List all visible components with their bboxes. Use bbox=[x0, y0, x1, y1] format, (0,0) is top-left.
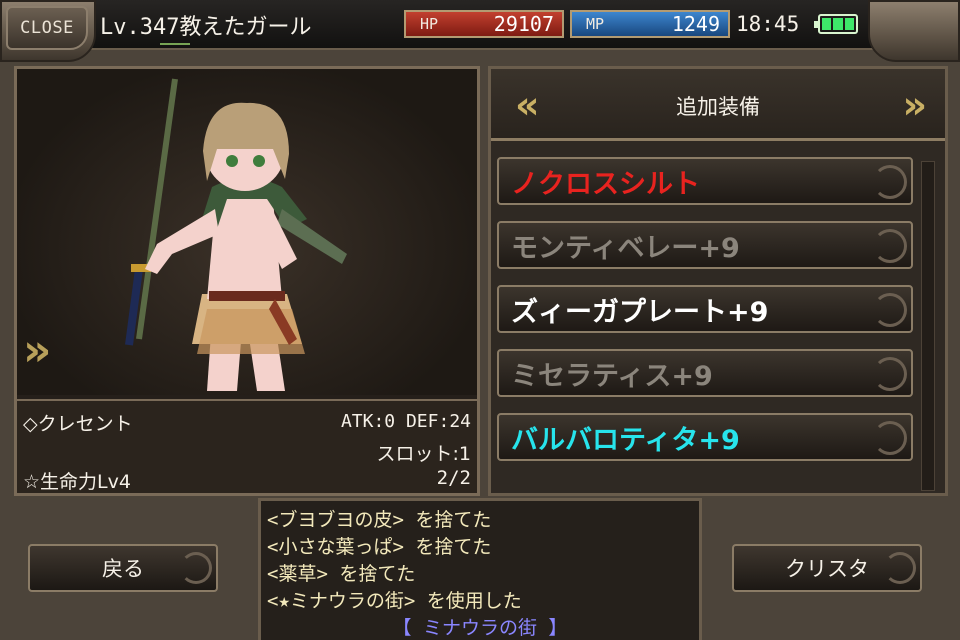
log-line: <小さな葉っぱ> を捨てた bbox=[267, 536, 492, 558]
mp-value: 1249 bbox=[671, 12, 720, 36]
name-underline bbox=[160, 43, 190, 45]
swirl-icon bbox=[873, 421, 907, 455]
equipment-item[interactable]: バルバロティタ+9 bbox=[497, 413, 913, 461]
swirl-icon bbox=[873, 229, 907, 263]
battery-icon bbox=[814, 14, 858, 34]
character-view[interactable]: » bbox=[17, 69, 477, 395]
mp-label: MP bbox=[586, 15, 605, 33]
hp-box: HP 29107 bbox=[404, 10, 564, 38]
skill-text: ☆生命力Lv4 bbox=[23, 471, 131, 493]
equipment-label: ノクロスシルト bbox=[511, 168, 700, 200]
crysta-button[interactable]: クリスタ bbox=[732, 544, 922, 592]
log-line: <薬草> を捨てた bbox=[267, 563, 416, 585]
next-page-icon[interactable]: » bbox=[902, 83, 926, 127]
log-line: <★ミナウラの街> を使用した bbox=[267, 590, 522, 612]
equipment-header: « 追加装備 » bbox=[491, 69, 945, 141]
swirl-icon bbox=[873, 293, 907, 327]
equipment-label: ミセラティス+9 bbox=[511, 360, 713, 392]
back-button[interactable]: 戻る bbox=[28, 544, 218, 592]
mp-box: MP 1249 bbox=[570, 10, 730, 38]
swirl-icon bbox=[180, 552, 212, 584]
character-name: Lv.347教えたガール bbox=[100, 15, 312, 40]
log-location-line: 【 ミナウラの街 】 bbox=[392, 617, 568, 639]
close-button[interactable]: CLOSE bbox=[6, 6, 88, 50]
equipment-item[interactable]: ズィーガプレート+9 bbox=[497, 285, 913, 333]
message-log: <ブヨブヨの皮> を捨てた <小さな葉っぱ> を捨てた <薬草> を捨てた <★… bbox=[258, 498, 702, 640]
item-info: ◇クレセント ATK:0 DEF:24 スロット:1 ☆生命力Lv4 2/2 bbox=[17, 399, 477, 493]
equipment-item[interactable]: ミセラティス+9 bbox=[497, 349, 913, 397]
top-right-frame bbox=[868, 0, 960, 62]
equipment-item[interactable]: ノクロスシルト bbox=[497, 157, 913, 205]
item-name: ◇クレセント bbox=[23, 413, 133, 435]
hp-label: HP bbox=[420, 15, 439, 33]
expand-arrow-icon[interactable]: » bbox=[23, 325, 52, 376]
equipment-scrollbar[interactable] bbox=[921, 161, 935, 491]
hp-value: 29107 bbox=[493, 12, 554, 36]
equipment-label: バルバロティタ+9 bbox=[511, 424, 740, 456]
log-line: <ブヨブヨの皮> を捨てた bbox=[267, 509, 492, 531]
character-model-icon bbox=[125, 78, 347, 391]
equipment-label: ズィーガプレート+9 bbox=[511, 296, 769, 328]
swirl-icon bbox=[884, 552, 916, 584]
crysta-label: クリスタ bbox=[785, 557, 869, 581]
clock: 18:45 bbox=[736, 12, 800, 36]
equipment-list: ノクロスシルト モンティベレー+9 ズィーガプレート+9 ミセラティス+9 バル… bbox=[497, 157, 917, 477]
swirl-icon bbox=[873, 165, 907, 199]
equipment-item[interactable]: モンティベレー+9 bbox=[497, 221, 913, 269]
back-label: 戻る bbox=[102, 557, 144, 581]
equipment-label: モンティベレー+9 bbox=[511, 232, 740, 264]
swirl-icon bbox=[873, 357, 907, 391]
character-panel: » ◇クレセント ATK:0 DEF:24 スロット:1 ☆生命力Lv4 2/2 bbox=[14, 66, 480, 496]
equipment-panel: « 追加装備 » ノクロスシルト モンティベレー+9 ズィーガプレート+9 ミセ… bbox=[488, 66, 948, 496]
slot-count: スロット:1 bbox=[376, 443, 472, 465]
equipment-title: 追加装備 bbox=[676, 95, 760, 119]
atk-def: ATK:0 DEF:24 bbox=[340, 411, 471, 432]
quantity: 2/2 bbox=[436, 467, 471, 489]
